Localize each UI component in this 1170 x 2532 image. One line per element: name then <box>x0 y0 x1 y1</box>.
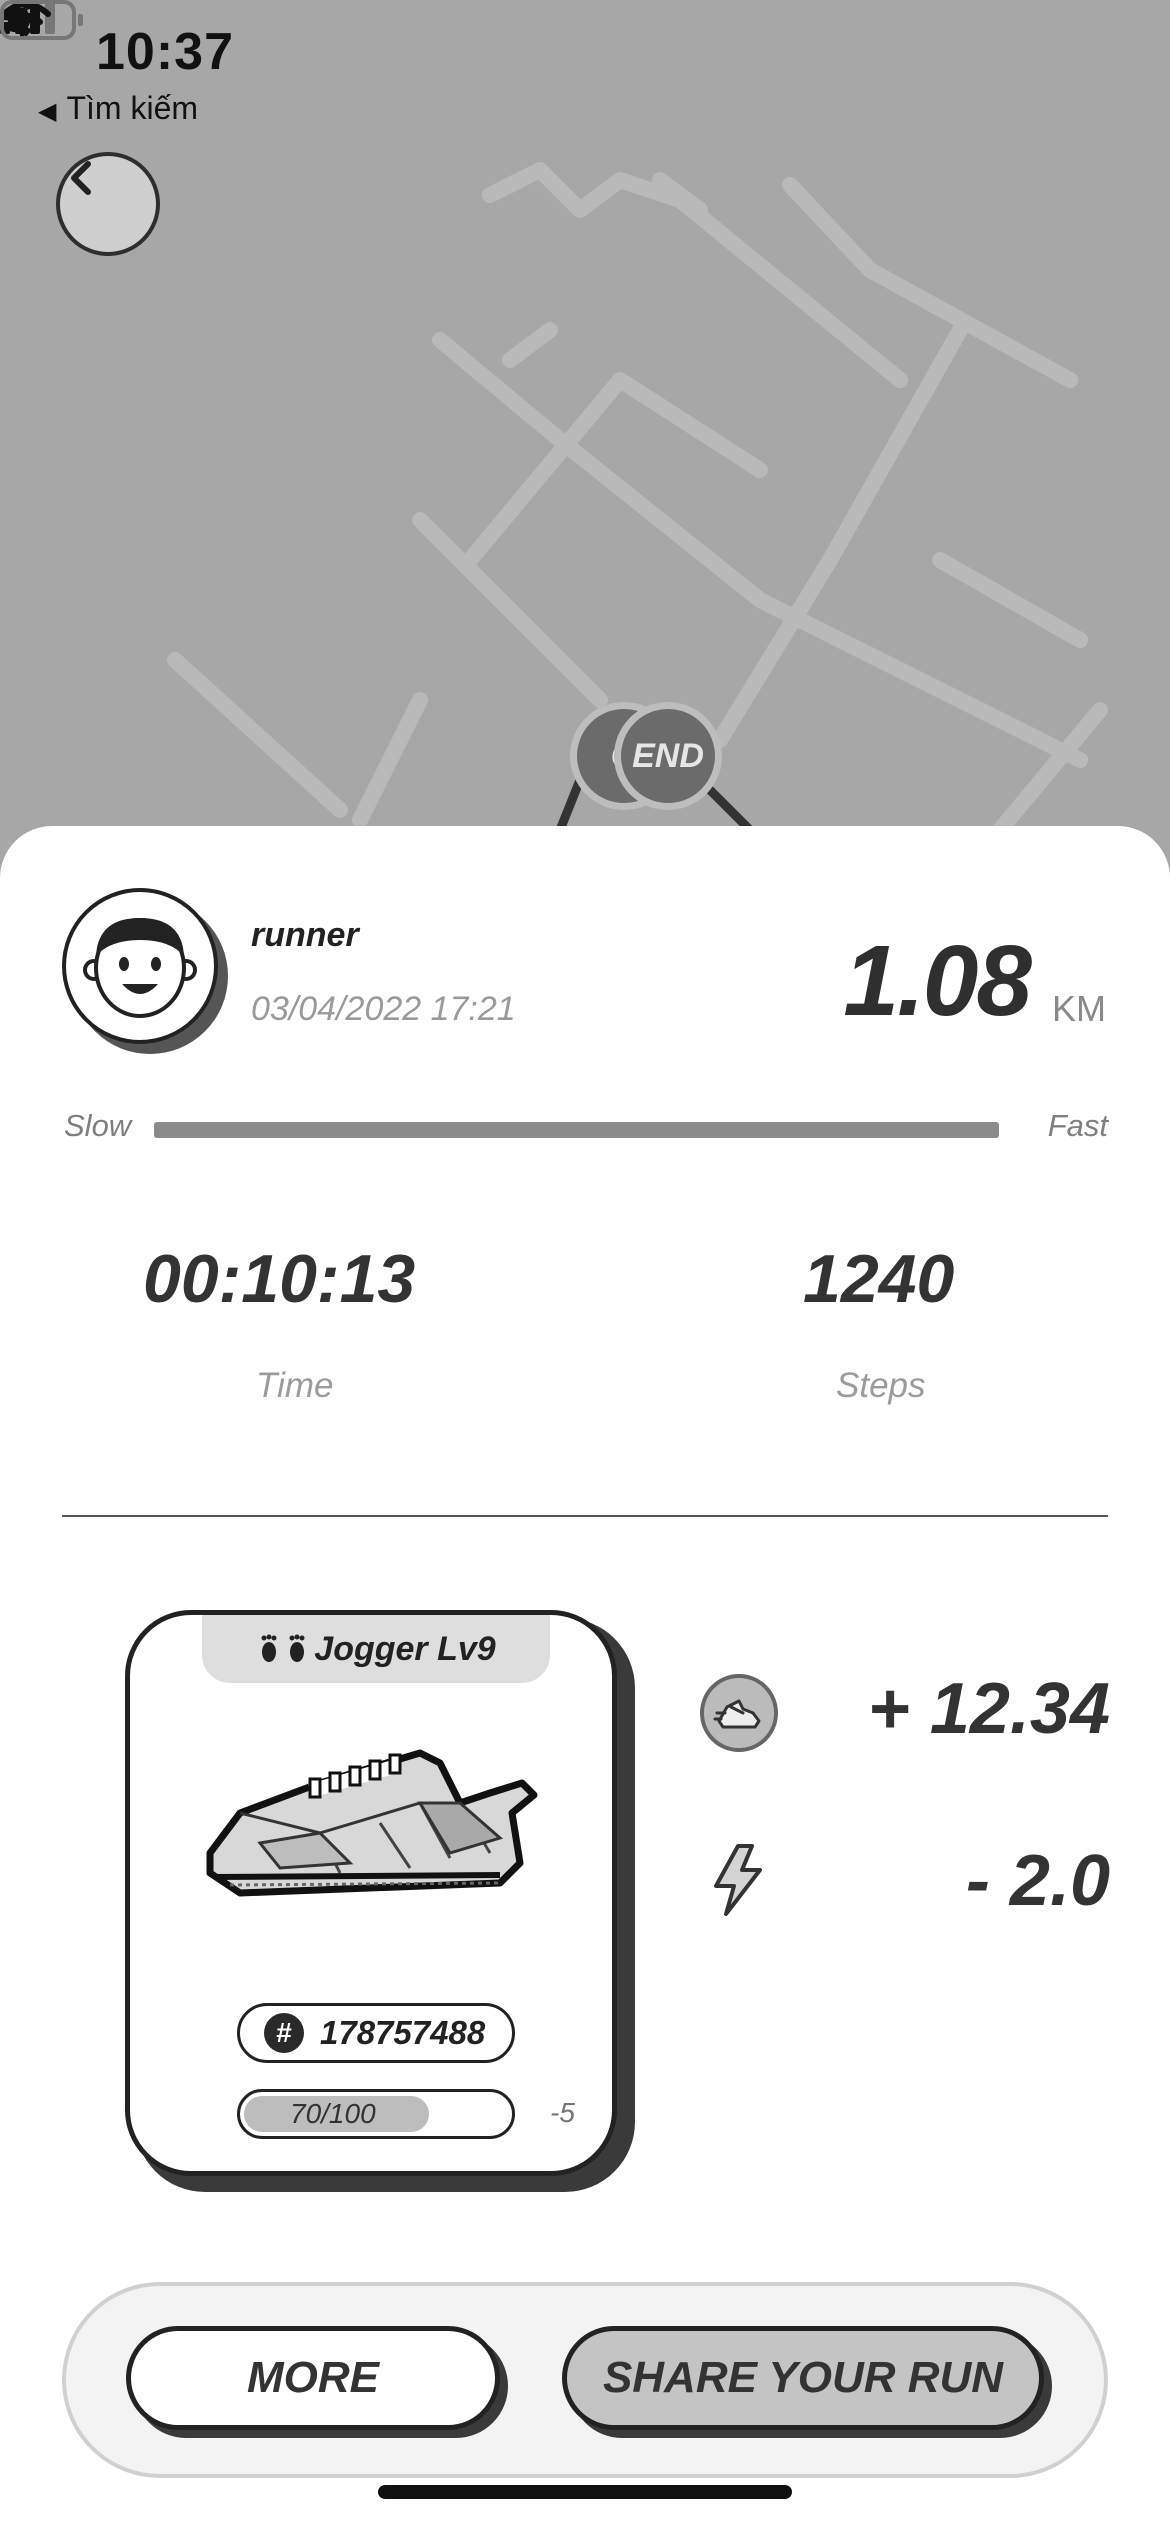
energy-bolt-icon <box>714 1844 762 1916</box>
run-date: 03/04/2022 17:21 <box>251 990 516 1028</box>
speed-bar <box>154 1122 999 1138</box>
distance-value: 1.08 <box>843 925 1032 1037</box>
sneaker-class-tag: Jogger Lv9 <box>202 1615 550 1683</box>
home-indicator[interactable] <box>378 2485 792 2499</box>
avatar-ring <box>62 888 218 1044</box>
running-shoe-token-icon <box>713 1699 761 1729</box>
battery-icon <box>0 0 83 40</box>
durability-text: 70/100 <box>290 2098 376 2129</box>
steps-label: Steps <box>836 1366 926 1405</box>
divider <box>62 1515 1108 1517</box>
share-run-button-face: SHARE YOUR RUN <box>562 2326 1044 2430</box>
more-button[interactable]: MORE <box>126 2326 508 2438</box>
chevron-left-icon <box>71 161 91 195</box>
run-summary-sheet: runner 03/04/2022 17:21 1.08 KM Slow Fas… <box>0 826 1170 2532</box>
speed-fast-label: Fast <box>1047 1108 1108 1143</box>
time-value: 00:10:13 <box>143 1241 416 1317</box>
distance-unit: KM <box>1052 988 1106 1029</box>
speed-slow-label: Slow <box>64 1108 132 1143</box>
back-app-label: Tìm kiếm <box>66 90 199 126</box>
username: runner <box>251 916 359 954</box>
back-button-face <box>56 152 160 256</box>
sneaker-class-label: Jogger Lv9 <box>314 1629 496 1668</box>
sneaker-card-body: Jogger Lv9 # 178757488 70/100 -5 <box>125 1610 617 2176</box>
user-face-icon <box>83 918 197 1018</box>
back-triangle-icon: ◀ <box>38 98 57 125</box>
sneaker-image <box>206 1749 538 1897</box>
share-run-button[interactable]: SHARE YOUR RUN <box>562 2326 1052 2438</box>
energy-change-value: - 2.0 <box>965 1841 1110 1921</box>
sneaker-card[interactable]: Jogger Lv9 # 178757488 70/100 -5 <box>125 1610 635 2192</box>
gst-token-icon <box>700 1674 778 1752</box>
durability-delta: -5 <box>550 2097 575 2128</box>
route-map[interactable]: 10:37 ◀Tìm kiếm G END <box>0 0 1170 900</box>
sneaker-id: 178757488 <box>320 2014 486 2051</box>
end-marker: END <box>614 702 722 810</box>
hash-icon: # <box>264 2013 304 2053</box>
sneaker-id-pill: # 178757488 <box>237 2003 515 2063</box>
time-label: Time <box>256 1366 334 1405</box>
back-to-app-link[interactable]: ◀ Tìm kiếm <box>38 90 198 127</box>
steps-value: 1240 <box>803 1241 955 1317</box>
back-button[interactable] <box>56 152 160 256</box>
more-button-face: MORE <box>126 2326 500 2430</box>
status-bar: 10:37 ◀ Tìm kiếm <box>0 0 1170 140</box>
footprints-icon <box>261 1634 305 1662</box>
speed-bar-fill <box>154 1122 999 1138</box>
durability-bar: 70/100 <box>237 2089 515 2139</box>
clock: 10:37 <box>96 23 234 81</box>
token-gain-value: + 12.34 <box>867 1669 1110 1749</box>
avatar[interactable] <box>62 888 228 1054</box>
